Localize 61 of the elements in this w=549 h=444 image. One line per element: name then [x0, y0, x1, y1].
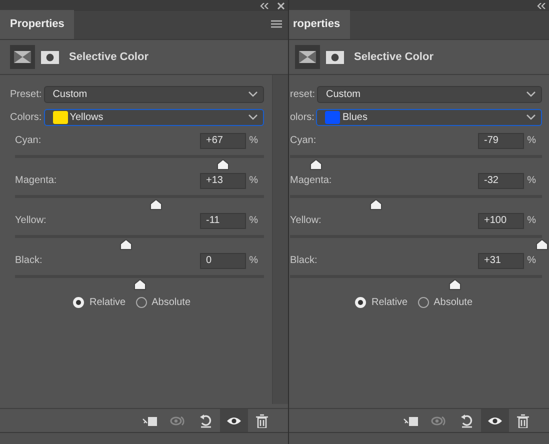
reset-icon[interactable]: [459, 414, 475, 428]
chevron-icon[interactable]: [248, 114, 258, 120]
delete-icon[interactable]: [515, 414, 531, 428]
unit-label: %: [526, 254, 537, 268]
radio-option[interactable]: Relative: [73, 295, 126, 310]
radio-option[interactable]: Absolute: [136, 295, 191, 310]
slider-label: Black:: [290, 254, 318, 268]
collapse-icon[interactable]: [260, 2, 269, 8]
chevron-icon[interactable]: [248, 91, 258, 97]
field-label: Preset:: [10, 88, 42, 102]
field-label: Colors:: [10, 110, 42, 124]
dropdown-value: Blues: [342, 110, 368, 124]
chevron-icon[interactable]: [526, 91, 536, 97]
field-label: olors:: [290, 110, 314, 124]
delete-icon[interactable]: [254, 414, 270, 428]
value-field[interactable]: -79: [478, 132, 524, 148]
unit-label: %: [248, 134, 259, 148]
properties-tab[interactable]: roperties: [289, 10, 350, 39]
preset-dropdown[interactable]: Custom: [44, 86, 264, 102]
radio-option[interactable]: Relative: [355, 295, 408, 310]
panel-title: Selective Color: [69, 50, 148, 65]
field-label: reset:: [290, 88, 316, 102]
mask-icon[interactable]: [41, 50, 59, 64]
radio-option[interactable]: Absolute: [418, 295, 473, 310]
dropdown-value: Custom: [325, 88, 362, 102]
close-icon[interactable]: [277, 2, 285, 10]
unit-label: %: [248, 174, 259, 188]
slider-thumb[interactable]: [536, 239, 548, 250]
chevron-icon[interactable]: [526, 114, 536, 120]
dropdown-value: Custom: [52, 88, 88, 102]
reset-icon[interactable]: [198, 414, 214, 428]
slider-label: Yellow:: [15, 214, 48, 228]
slider-label: Magenta:: [15, 174, 58, 188]
value-field[interactable]: 0: [200, 252, 246, 268]
unit-label: %: [526, 134, 537, 148]
unit-label: %: [526, 174, 537, 188]
menu-icon[interactable]: [271, 20, 282, 28]
slider-label: Black:: [15, 254, 44, 268]
unit-label: %: [248, 254, 259, 268]
unit-label: %: [248, 214, 259, 228]
preset-dropdown[interactable]: Custom: [317, 86, 542, 102]
slider-label: Magenta:: [290, 174, 333, 188]
value-field[interactable]: -11: [200, 212, 246, 228]
value-field[interactable]: +31: [478, 252, 524, 268]
value-field[interactable]: +13: [200, 172, 246, 188]
value-field[interactable]: +67: [200, 132, 246, 148]
adjustment-icon[interactable]: [10, 45, 35, 69]
slider-label: Cyan:: [15, 134, 42, 148]
mask-icon[interactable]: [326, 50, 344, 64]
value-field[interactable]: +100: [478, 212, 524, 228]
colors-dropdown[interactable]: Blues: [316, 108, 542, 126]
panel-title: Selective Color: [354, 50, 434, 65]
slider-label: Yellow:: [290, 214, 322, 228]
colors-dropdown[interactable]: Yellows: [44, 108, 264, 126]
value-field[interactable]: -32: [478, 172, 524, 188]
adjustment-icon[interactable]: [295, 45, 320, 69]
properties-tab[interactable]: Properties: [0, 10, 74, 39]
dropdown-value: Yellows: [70, 110, 104, 124]
slider-label: Cyan:: [290, 134, 318, 148]
unit-label: %: [526, 214, 537, 228]
collapse-icon[interactable]: [537, 2, 546, 8]
